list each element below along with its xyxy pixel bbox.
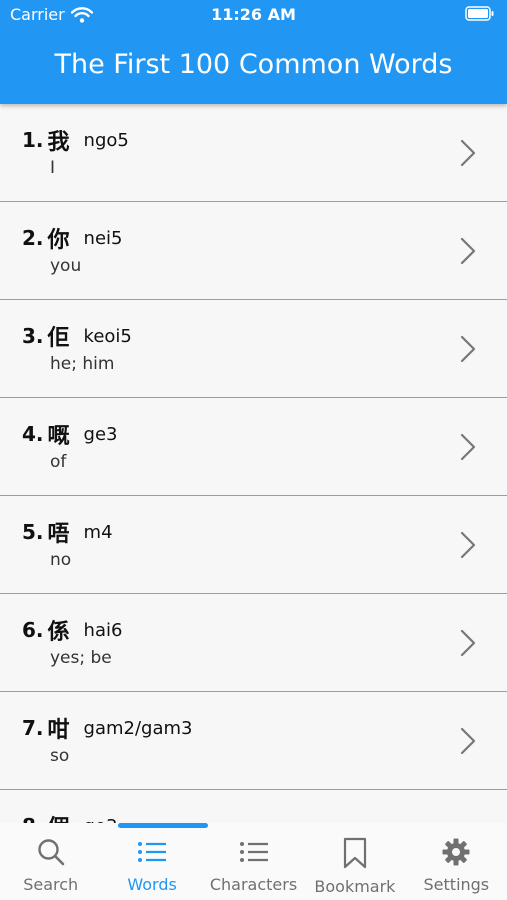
word-jyutping: m4 xyxy=(83,521,113,543)
word-heading: 8. 個 go3 xyxy=(22,810,117,823)
word-meaning: of xyxy=(50,452,67,472)
word-heading: 5. 唔 m4 xyxy=(22,516,113,548)
word-number: 5. xyxy=(22,520,44,544)
list-icon xyxy=(238,837,270,875)
scroll-indicator[interactable] xyxy=(118,823,208,828)
word-row[interactable]: 8. 個 go3 xyxy=(0,790,507,823)
chevron-right-icon xyxy=(459,531,477,563)
word-jyutping: nei5 xyxy=(83,227,123,249)
page-title: The First 100 Common Words xyxy=(54,49,453,80)
app-header: Carrier 11:26 AM The First 100 Common Wo… xyxy=(0,0,507,104)
word-character: 咁 xyxy=(47,718,70,743)
word-jyutping: keoi5 xyxy=(83,325,132,347)
word-list[interactable]: 1. 我 ngo5 I 2. 你 nei5 you 3. 佢 keoi5 he; him 4. 嘅 ge3 o… xyxy=(0,104,507,823)
nav-label: Bookmark xyxy=(314,877,396,896)
word-row[interactable]: 7. 咁 gam2/gam3 so xyxy=(0,692,507,790)
word-heading: 4. 嘅 ge3 xyxy=(22,418,117,450)
chevron-right-icon xyxy=(459,433,477,465)
word-number: 1. xyxy=(22,128,44,152)
word-meaning: yes; be xyxy=(50,648,112,668)
nav-label: Characters xyxy=(209,875,298,894)
word-jyutping: go3 xyxy=(84,816,118,824)
word-meaning: I xyxy=(50,158,56,178)
status-bar: Carrier 11:26 AM xyxy=(0,0,507,30)
word-number: 8. xyxy=(22,814,44,823)
word-character: 嘅 xyxy=(47,424,70,449)
word-row[interactable]: 4. 嘅 ge3 of xyxy=(0,398,507,496)
word-number: 3. xyxy=(22,324,44,348)
word-jyutping: hai6 xyxy=(83,619,123,641)
word-heading: 3. 佢 keoi5 xyxy=(22,320,132,352)
word-row[interactable]: 1. 我 ngo5 I xyxy=(0,104,507,202)
bookmark-icon xyxy=(342,837,368,877)
chevron-right-icon xyxy=(459,139,477,171)
nav-label: Words xyxy=(127,875,177,894)
word-row[interactable]: 5. 唔 m4 no xyxy=(0,496,507,594)
word-jyutping: gam2/gam3 xyxy=(83,717,193,739)
word-meaning: you xyxy=(50,256,82,276)
word-character: 個 xyxy=(48,810,70,823)
word-heading: 2. 你 nei5 xyxy=(22,222,122,254)
word-heading: 1. 我 ngo5 xyxy=(22,124,129,156)
word-character: 係 xyxy=(47,620,70,645)
word-character: 你 xyxy=(47,228,70,253)
word-row[interactable]: 3. 佢 keoi5 he; him xyxy=(0,300,507,398)
word-heading: 6. 係 hai6 xyxy=(22,614,122,646)
chevron-right-icon xyxy=(459,727,477,759)
gear-icon xyxy=(441,837,471,875)
word-number: 4. xyxy=(22,422,44,446)
chevron-right-icon xyxy=(459,629,477,661)
chevron-right-icon xyxy=(459,237,477,269)
chevron-right-icon xyxy=(459,335,477,367)
status-time: 11:26 AM xyxy=(211,5,296,24)
nav-item-words[interactable]: Words xyxy=(101,823,202,900)
word-row[interactable]: 6. 係 hai6 yes; be xyxy=(0,594,507,692)
word-heading: 7. 咁 gam2/gam3 xyxy=(22,712,192,744)
word-character: 佢 xyxy=(47,326,70,351)
battery-icon xyxy=(465,6,495,26)
nav-item-settings[interactable]: Settings xyxy=(406,823,507,900)
word-meaning: so xyxy=(50,746,70,766)
word-number: 2. xyxy=(22,226,44,250)
word-jyutping: ngo5 xyxy=(83,129,129,151)
nav-label: Search xyxy=(23,875,79,894)
nav-item-bookmark[interactable]: Bookmark xyxy=(304,823,405,900)
word-meaning: no xyxy=(50,550,72,570)
nav-item-search[interactable]: Search xyxy=(0,823,101,900)
word-number: 7. xyxy=(22,716,44,740)
search-icon xyxy=(36,837,66,875)
word-jyutping: ge3 xyxy=(83,423,118,445)
word-character: 我 xyxy=(47,130,70,155)
word-row[interactable]: 2. 你 nei5 you xyxy=(0,202,507,300)
word-number: 6. xyxy=(22,618,44,642)
nav-label: Settings xyxy=(423,875,490,894)
app-screen: Carrier 11:26 AM The First 100 Common Wo… xyxy=(0,0,507,900)
word-character: 唔 xyxy=(47,522,70,547)
bottom-navigation: Search Words Characters Bookmark Settings xyxy=(0,823,507,900)
word-meaning: he; him xyxy=(50,354,115,374)
list-icon xyxy=(136,837,168,875)
nav-item-characters[interactable]: Characters xyxy=(203,823,304,900)
